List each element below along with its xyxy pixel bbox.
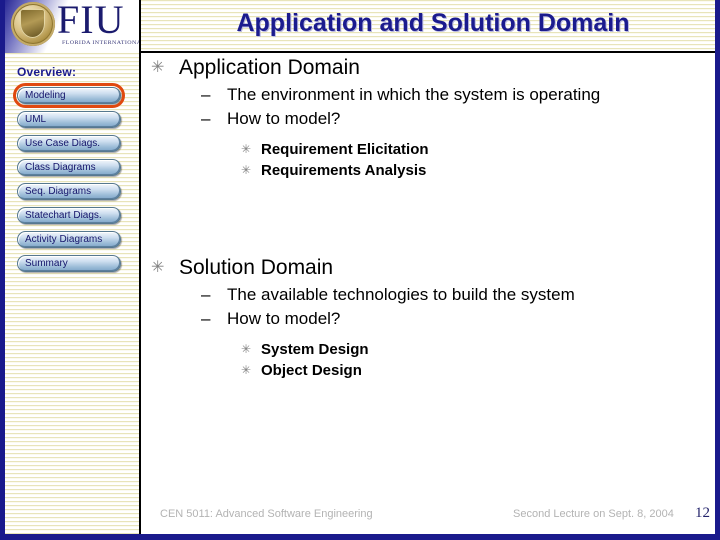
section-point-text: How to model?: [227, 309, 341, 328]
section-point: – How to model?: [143, 307, 715, 331]
bullet-icon-l3: ✳: [241, 142, 252, 156]
sidebar-nav-list: Modeling UML Use Case Diags. Class Diagrams…: [13, 83, 125, 279]
slide-body: ✳ Application Domain – The environment i…: [143, 55, 715, 495]
section-heading-text: Solution Domain: [179, 256, 334, 279]
section-point: – How to model?: [143, 107, 715, 131]
sidebar-item-label: Seq. Diagrams: [25, 185, 92, 197]
section-heading-text: Application Domain: [179, 56, 360, 79]
sidebar: Overview: Modeling UML Use Case Diags. Clas…: [5, 53, 141, 534]
section-subpoint: ✳ Requirement Elicitation: [143, 139, 715, 160]
slide-footer: CEN 5011: Advanced Software Engineering …: [143, 505, 715, 528]
page-title: Application and Solution Domain: [236, 9, 630, 37]
fiu-subtitle: FLORIDA INTERNATIONAL UNIVERSITY: [62, 40, 141, 46]
sidebar-item-uml[interactable]: UML: [17, 111, 121, 128]
sidebar-item-label: Activity Diagrams: [25, 233, 103, 245]
footer-course-label: CEN 5011: Advanced Software Engineering: [160, 508, 373, 520]
section-point: – The available technologies to build th…: [143, 283, 715, 307]
section-point-text: How to model?: [227, 109, 341, 128]
dash-icon-l2: –: [201, 85, 211, 104]
sidebar-item-seq-diagrams[interactable]: Seq. Diagrams: [17, 183, 121, 200]
sidebar-item-label: Use Case Diags.: [25, 137, 101, 149]
logo-block: FIU FLORIDA INTERNATIONAL UNIVERSITY: [5, 0, 141, 53]
sidebar-item-statechart-diags[interactable]: Statechart Diags.: [17, 207, 121, 224]
section-heading-solution-domain: ✳ Solution Domain: [143, 255, 715, 281]
dash-icon-l2: –: [201, 285, 211, 304]
footer-lecture-label: Second Lecture on Sept. 8, 2004: [513, 508, 674, 520]
slide-header: FIU FLORIDA INTERNATIONAL UNIVERSITY App…: [5, 0, 715, 53]
section-subpoint-text: Object Design: [261, 362, 362, 379]
sidebar-item-class-diagrams[interactable]: Class Diagrams: [17, 159, 121, 176]
sidebar-item-label: UML: [25, 113, 47, 125]
fiu-wordmark: FIU: [57, 0, 125, 42]
dash-icon-l2: –: [201, 309, 211, 328]
section-subpoint: ✳ Requirements Analysis: [143, 160, 715, 181]
section-point: – The environment in which the system is…: [143, 83, 715, 107]
section-subpoint-text: System Design: [261, 341, 369, 358]
section-subpoint: ✳ Object Design: [143, 360, 715, 381]
bullet-icon-l1: ✳: [151, 259, 165, 276]
sidebar-item-label: Statechart Diags.: [25, 209, 102, 221]
bullet-icon-l1: ✳: [151, 59, 165, 76]
sidebar-heading: Overview:: [17, 65, 77, 79]
section-heading-application-domain: ✳ Application Domain: [143, 55, 715, 81]
sidebar-item-label: Class Diagrams: [25, 161, 96, 173]
bullet-icon-l3: ✳: [241, 342, 252, 356]
sidebar-item-modeling[interactable]: Modeling: [13, 83, 125, 108]
section-point-text: The environment in which the system is o…: [227, 85, 601, 104]
section-subpoint-text: Requirements Analysis: [261, 162, 427, 179]
bullet-icon-l3: ✳: [241, 163, 252, 177]
sidebar-item-summary[interactable]: Summary: [17, 255, 121, 272]
section-subpoint: ✳ System Design: [143, 339, 715, 360]
section-subpoint-text: Requirement Elicitation: [261, 141, 429, 158]
sidebar-item-label: Modeling: [25, 89, 66, 101]
page-number: 12: [695, 505, 710, 521]
fiu-seal-icon: [11, 2, 55, 46]
bullet-icon-l3: ✳: [241, 363, 252, 377]
section-point-text: The available technologies to build the …: [227, 285, 575, 304]
dash-icon-l2: –: [201, 109, 211, 128]
sidebar-item-label: Summary: [25, 257, 68, 269]
title-block: Application and Solution Domain: [141, 0, 715, 51]
sidebar-item-use-case-diags[interactable]: Use Case Diags.: [17, 135, 121, 152]
sidebar-item-activity-diagrams[interactable]: Activity Diagrams: [17, 231, 121, 248]
slide-canvas: FIU FLORIDA INTERNATIONAL UNIVERSITY App…: [0, 0, 720, 540]
